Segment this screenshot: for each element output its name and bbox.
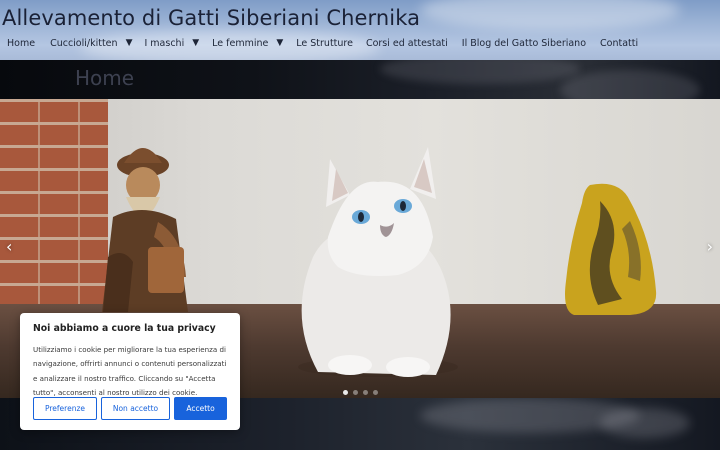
cookie-accept-button[interactable]: Accetto — [174, 397, 227, 420]
nav-item-label: Corsi ed attestati — [365, 37, 448, 49]
nav-item-strutture[interactable]: Le Strutture — [296, 38, 353, 49]
cookie-consent-dialog: Noi abbiamo a cuore la tua privacy Utili… — [20, 313, 240, 430]
nav-item-label: Cuccioli/kitten — [50, 37, 118, 49]
nav-item-corsi[interactable]: Corsi ed attestati — [366, 38, 448, 49]
cookie-button-row: Preferenze Non accetto Accetto — [33, 397, 227, 420]
sky-cloud — [420, 0, 680, 30]
background-fur — [560, 70, 700, 100]
cookie-preferences-button[interactable]: Preferenze — [33, 397, 97, 420]
nav-item-cuccioli[interactable]: Cuccioli/kitten ▼ — [50, 38, 132, 49]
figurine-image — [102, 148, 188, 312]
main-nav: Home Cuccioli/kitten ▼ I maschi ▼ Le fem… — [0, 34, 638, 52]
cookie-description: Utilizziamo i cookie per migliorare la t… — [33, 345, 227, 398]
nav-item-femmine[interactable]: Le femmine ▼ — [212, 38, 283, 49]
nav-item-label: I maschi — [144, 37, 185, 49]
nav-item-label: Contatti — [600, 37, 639, 49]
slider-dot[interactable] — [342, 390, 348, 395]
chevron-right-icon[interactable]: › — [707, 237, 713, 256]
stone-image — [565, 183, 657, 315]
nav-item-label: Home — [7, 37, 36, 49]
chevron-down-icon[interactable]: ▼ — [276, 38, 283, 48]
cookie-title: Noi abbiamo a cuore la tua privacy — [33, 323, 216, 334]
nav-item-home[interactable]: Home — [7, 38, 35, 49]
page-title: Home — [75, 66, 135, 90]
nav-item-label: Il Blog del Gatto Siberiano — [461, 37, 587, 49]
slider-dot[interactable] — [372, 390, 378, 395]
background-fur — [380, 60, 580, 84]
chevron-left-icon[interactable]: ‹ — [6, 237, 12, 256]
chevron-down-icon[interactable]: ▼ — [192, 38, 199, 48]
page-title-band: Home — [0, 60, 720, 100]
nav-item-label: Le Strutture — [296, 37, 353, 49]
nav-item-maschi[interactable]: I maschi ▼ — [144, 38, 199, 49]
site-title[interactable]: Allevamento di Gatti Siberiani Chernika — [2, 6, 420, 30]
nav-item-blog[interactable]: Il Blog del Gatto Siberiano — [462, 38, 586, 49]
chevron-down-icon[interactable]: ▼ — [126, 38, 133, 48]
slider-dot[interactable] — [352, 390, 358, 395]
nav-item-label: Le femmine — [212, 37, 269, 49]
nav-item-contatti[interactable]: Contatti — [600, 38, 638, 49]
kitten-image — [298, 147, 458, 377]
site-header: Allevamento di Gatti Siberiani Chernika … — [0, 0, 720, 60]
background-fur — [600, 408, 690, 438]
slider-dot[interactable] — [362, 390, 368, 395]
cookie-reject-button[interactable]: Non accetto — [101, 397, 170, 420]
